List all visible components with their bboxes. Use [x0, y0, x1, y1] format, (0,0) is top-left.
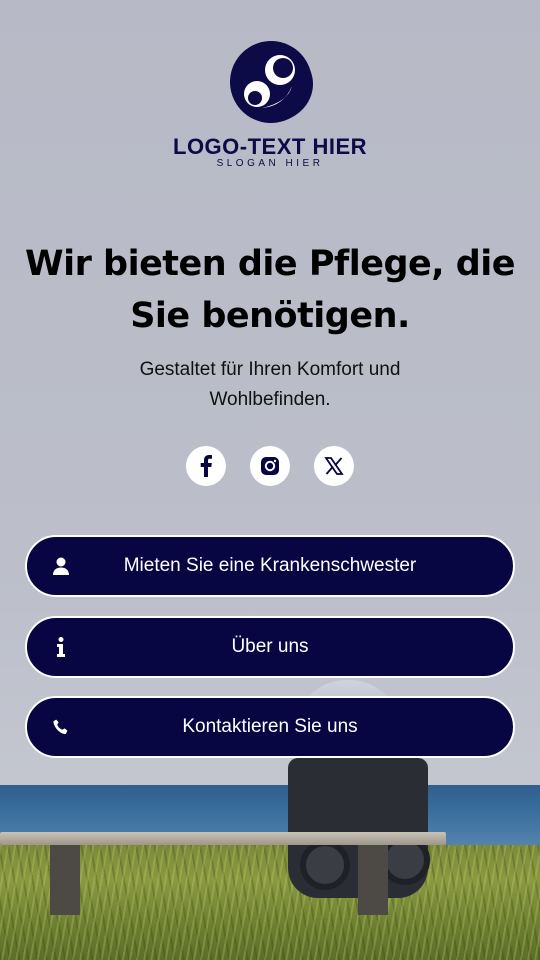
bench-leg	[358, 845, 388, 915]
hero-subline: Gestaltet für Ihren Komfort und Wohlbefi…	[139, 359, 401, 410]
logo-mark-icon	[230, 41, 313, 123]
logo-slogan: SLOGAN HIER	[216, 158, 324, 169]
instagram-link[interactable]	[250, 446, 290, 486]
bench-leg	[50, 845, 80, 915]
x-icon	[324, 457, 344, 475]
grass-field	[0, 845, 540, 960]
x-link[interactable]	[314, 446, 354, 486]
wheelchair-wheel	[300, 840, 350, 890]
info-icon	[51, 637, 71, 657]
logo-title: LOGO-TEXT HIER	[173, 134, 367, 159]
hero-headline: Wir bieten die Pflege, die Sie benötigen…	[24, 244, 516, 336]
social-links	[0, 446, 540, 486]
about-us-button[interactable]: Über uns	[25, 616, 515, 678]
about-us-label: Über uns	[231, 636, 309, 657]
instagram-icon	[261, 457, 279, 475]
contact-button[interactable]: Kontaktieren Sie uns	[25, 696, 515, 758]
facebook-icon	[200, 455, 212, 477]
hire-nurse-button[interactable]: Mieten Sie eine Krankenschwester	[25, 535, 515, 597]
facebook-link[interactable]	[186, 446, 226, 486]
hire-nurse-label: Mieten Sie eine Krankenschwester	[123, 555, 417, 576]
user-icon	[51, 556, 71, 576]
phone-icon	[51, 717, 71, 737]
contact-label: Kontaktieren Sie uns	[182, 716, 358, 737]
bench	[0, 832, 446, 845]
